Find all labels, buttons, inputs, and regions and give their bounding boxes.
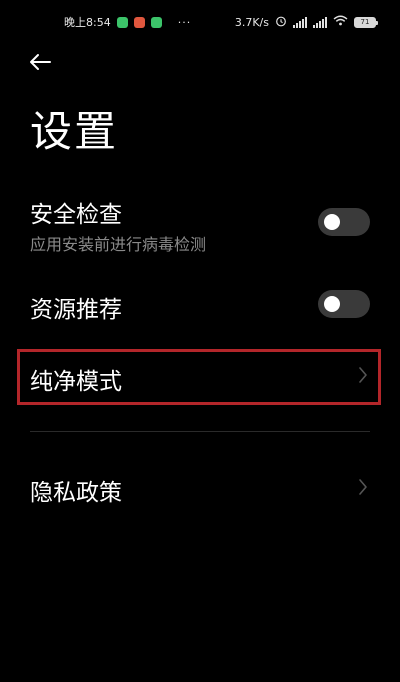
setting-subtitle: 应用安装前进行病毒检测 [30,235,207,254]
toggle-knob [324,214,340,230]
setting-privacy-policy[interactable]: 隐私政策 [0,465,400,515]
chevron-right-icon [359,479,367,495]
security-check-toggle[interactable] [318,208,370,236]
back-button[interactable] [26,50,54,74]
signal-icon [293,16,307,28]
setting-title: 资源推荐 [30,297,122,323]
wifi-icon [333,15,348,29]
status-bar-left: 晚上8:54 ··· [64,14,191,30]
arrow-left-icon [30,54,51,70]
setting-title: 隐私政策 [30,480,122,506]
setting-resource-recommend[interactable]: 资源推荐 [0,280,400,330]
download-notification-icon [150,16,162,28]
signal-icon [313,16,327,28]
setting-security-check[interactable]: 安全检查 应用安装前进行病毒检测 [0,190,400,260]
toggle-knob [324,296,340,312]
more-notifications-icon: ··· [177,15,192,29]
status-bar-right: 3.7K/s 71 [234,15,378,30]
battery-icon: 71 [354,16,378,28]
page-title: 设置 [30,107,119,156]
setting-title: 安全检查 [30,202,122,228]
status-bar: 晚上8:54 ··· 3.7K/s 71 [0,0,400,44]
highlight-box [17,349,381,405]
divider [30,431,370,432]
status-time: 晚上8:54 [64,16,111,29]
resource-recommend-toggle[interactable] [318,290,370,318]
alarm-icon [275,15,287,30]
app-notification-icon [116,16,128,28]
network-speed: 3.7K/s [234,15,269,29]
app-notification-icon [133,16,145,28]
